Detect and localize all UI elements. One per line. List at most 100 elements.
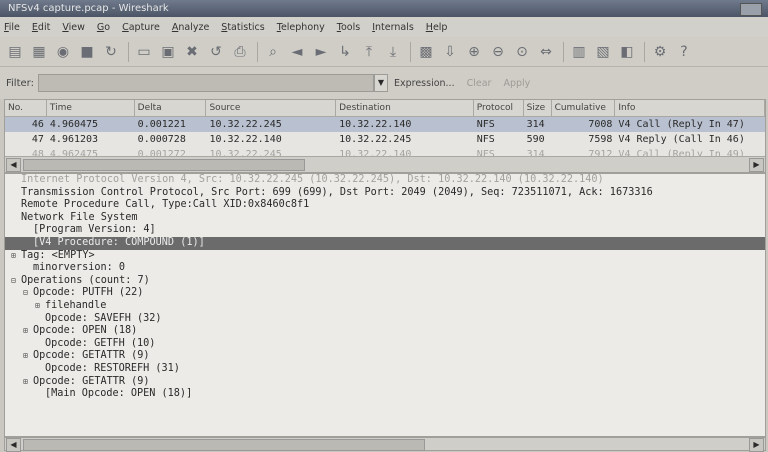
menu-analyze[interactable]: Analyze [172,22,209,33]
go-forward-icon[interactable]: ► [312,43,330,61]
stop-capture-icon[interactable]: ■ [78,43,96,61]
apply-button[interactable]: Apply [503,78,530,89]
packet-cell-source: 10.32.22.140 [209,134,282,145]
reload-icon[interactable]: ↺ [207,43,225,61]
toolbar-separator [410,41,411,62]
go-to-packet-icon[interactable]: ↳ [336,43,354,61]
detail-tree-item[interactable]: [Program Version: 4] [5,224,765,237]
column-header-delta[interactable]: Delta [135,100,207,116]
help-icon[interactable]: ? [675,43,693,61]
packet-cell-destination: 10.32.22.245 [339,134,412,145]
detail-tree-item[interactable]: Opcode: SAVEFH (32) [5,313,765,326]
capture-options-icon[interactable]: ▦ [30,43,48,61]
detail-tree-item[interactable]: minorversion: 0 [5,262,765,275]
menu-statistics[interactable]: Statistics [221,22,264,33]
detail-tree-item[interactable]: Internet Protocol Version 4, Src: 10.32.… [5,174,765,187]
detail-tree-item[interactable]: Transmission Control Protocol, Src Port:… [5,187,765,200]
capture-filters-icon[interactable]: ▥ [570,43,588,61]
filter-dropdown-icon[interactable]: ▼ [373,74,388,92]
detail-tree-label: Opcode: RESTOREFH (31) [45,362,180,374]
menu-go[interactable]: Go [97,22,110,33]
packet-cell-cumulative: 7598 [588,134,613,145]
detail-tree-item[interactable]: Opcode: RESTOREFH (31) [5,363,765,376]
go-back-icon[interactable]: ◄ [288,43,306,61]
toolbar-separator [128,41,129,62]
column-header-source[interactable]: Source [206,100,337,116]
close-file-icon[interactable]: ✖ [183,43,201,61]
column-header-time[interactable]: Time [47,100,135,116]
menu-view[interactable]: View [62,22,85,33]
detail-tree-item[interactable]: ⊞ Tag: <EMPTY> [5,250,765,263]
print-icon[interactable]: ⎙ [231,43,249,61]
column-header-size[interactable]: Size [524,100,552,116]
start-capture-icon[interactable]: ◉ [54,43,72,61]
detail-tree-item[interactable]: Opcode: GETFH (10) [5,338,765,351]
restart-capture-icon[interactable]: ↻ [102,43,120,61]
open-file-icon[interactable]: ▭ [135,43,153,61]
packet-cell-no: 47 [31,134,44,145]
scroll-thumb[interactable] [23,159,305,171]
packet-row[interactable]: 46 4.960475 0.001221 10.32.22.245 10.32.22.1… [5,117,765,132]
packet-cell-protocol: NFS [476,119,495,130]
collapse-icon[interactable]: ⊟ [11,275,21,288]
go-first-icon[interactable]: ⤒ [360,43,378,61]
expression-button[interactable]: Expression... [394,78,455,89]
column-header-info[interactable]: Info [615,100,765,116]
expand-icon[interactable]: ⊞ [23,325,33,338]
interface-list-icon[interactable]: ▤ [6,43,24,61]
menu-tools[interactable]: Tools [337,22,360,33]
collapse-icon[interactable]: ⊟ [23,287,33,300]
colorize-icon[interactable]: ▩ [417,43,435,61]
scroll-right-icon[interactable]: ▶ [749,158,764,172]
menu-telephony[interactable]: Telephony [277,22,325,33]
column-header-cumulative[interactable]: Cumulative [552,100,616,116]
column-header-destination[interactable]: Destination [336,100,474,116]
detail-tree-item[interactable]: ⊞ Opcode: GETATTR (9) [5,350,765,363]
filter-input[interactable] [37,74,374,92]
find-packet-icon[interactable]: ⌕ [264,43,282,61]
detail-tree-item[interactable]: [V4 Procedure: COMPOUND (1)] [5,236,765,250]
expand-icon[interactable]: ⊞ [35,300,45,313]
menu-internals[interactable]: Internals [372,22,414,33]
menu-help[interactable]: Help [426,22,448,33]
window-controls[interactable] [740,3,762,16]
column-header-no[interactable]: No. [5,100,47,116]
expand-icon[interactable]: ⊞ [11,250,21,263]
menu-capture[interactable]: Capture [122,22,160,33]
scroll-right-icon[interactable]: ▶ [749,438,764,452]
zoom-out-icon[interactable]: ⊖ [489,43,507,61]
menu-edit[interactable]: Edit [32,22,50,33]
packet-row[interactable]: 47 4.961203 0.000728 10.32.22.140 10.32.22.2… [5,132,765,147]
display-filters-icon[interactable]: ▧ [594,43,612,61]
packet-cell-protocol: NFS [476,134,495,145]
filter-bar: Filter: ▼ Expression... Clear Apply [0,67,768,99]
menu-file[interactable]: File [4,22,20,33]
detail-tree-item[interactable]: Network File System [5,212,765,225]
clear-button[interactable]: Clear [467,78,492,89]
normal-size-icon[interactable]: ⊙ [513,43,531,61]
detail-tree-item[interactable]: [Main Opcode: OPEN (18)] [5,388,765,401]
detail-tree-item[interactable]: Remote Procedure Call, Type:Call XID:0x8… [5,199,765,212]
column-header-protocol[interactable]: Protocol [474,100,524,116]
detail-tree-item[interactable]: ⊞ Opcode: GETATTR (9) [5,376,765,389]
detail-tree-item[interactable]: ⊟ Operations (count: 7) [5,275,765,288]
packet-list-hscrollbar[interactable]: ◀ ▶ [5,156,765,172]
scroll-thumb[interactable] [23,439,425,451]
details-hscrollbar[interactable]: ◀ ▶ [4,437,766,452]
detail-tree-item[interactable]: ⊟ Opcode: PUTFH (22) [5,287,765,300]
packet-cell-info: V4 Reply (Call In 46) [618,134,745,145]
auto-scroll-icon[interactable]: ⇩ [441,43,459,61]
expand-icon[interactable]: ⊞ [23,376,33,389]
scroll-left-icon[interactable]: ◀ [6,438,21,452]
coloring-rules-icon[interactable]: ◧ [618,43,636,61]
detail-tree-item[interactable]: ⊞ filehandle [5,300,765,313]
zoom-in-icon[interactable]: ⊕ [465,43,483,61]
packet-cell-no: 46 [31,119,44,130]
scroll-left-icon[interactable]: ◀ [6,158,21,172]
detail-tree-item[interactable]: ⊞ Opcode: OPEN (18) [5,325,765,338]
go-last-icon[interactable]: ⤓ [384,43,402,61]
save-file-icon[interactable]: ▣ [159,43,177,61]
resize-columns-icon[interactable]: ⇔ [537,43,555,61]
preferences-icon[interactable]: ⚙ [651,43,669,61]
expand-icon[interactable]: ⊞ [23,350,33,363]
